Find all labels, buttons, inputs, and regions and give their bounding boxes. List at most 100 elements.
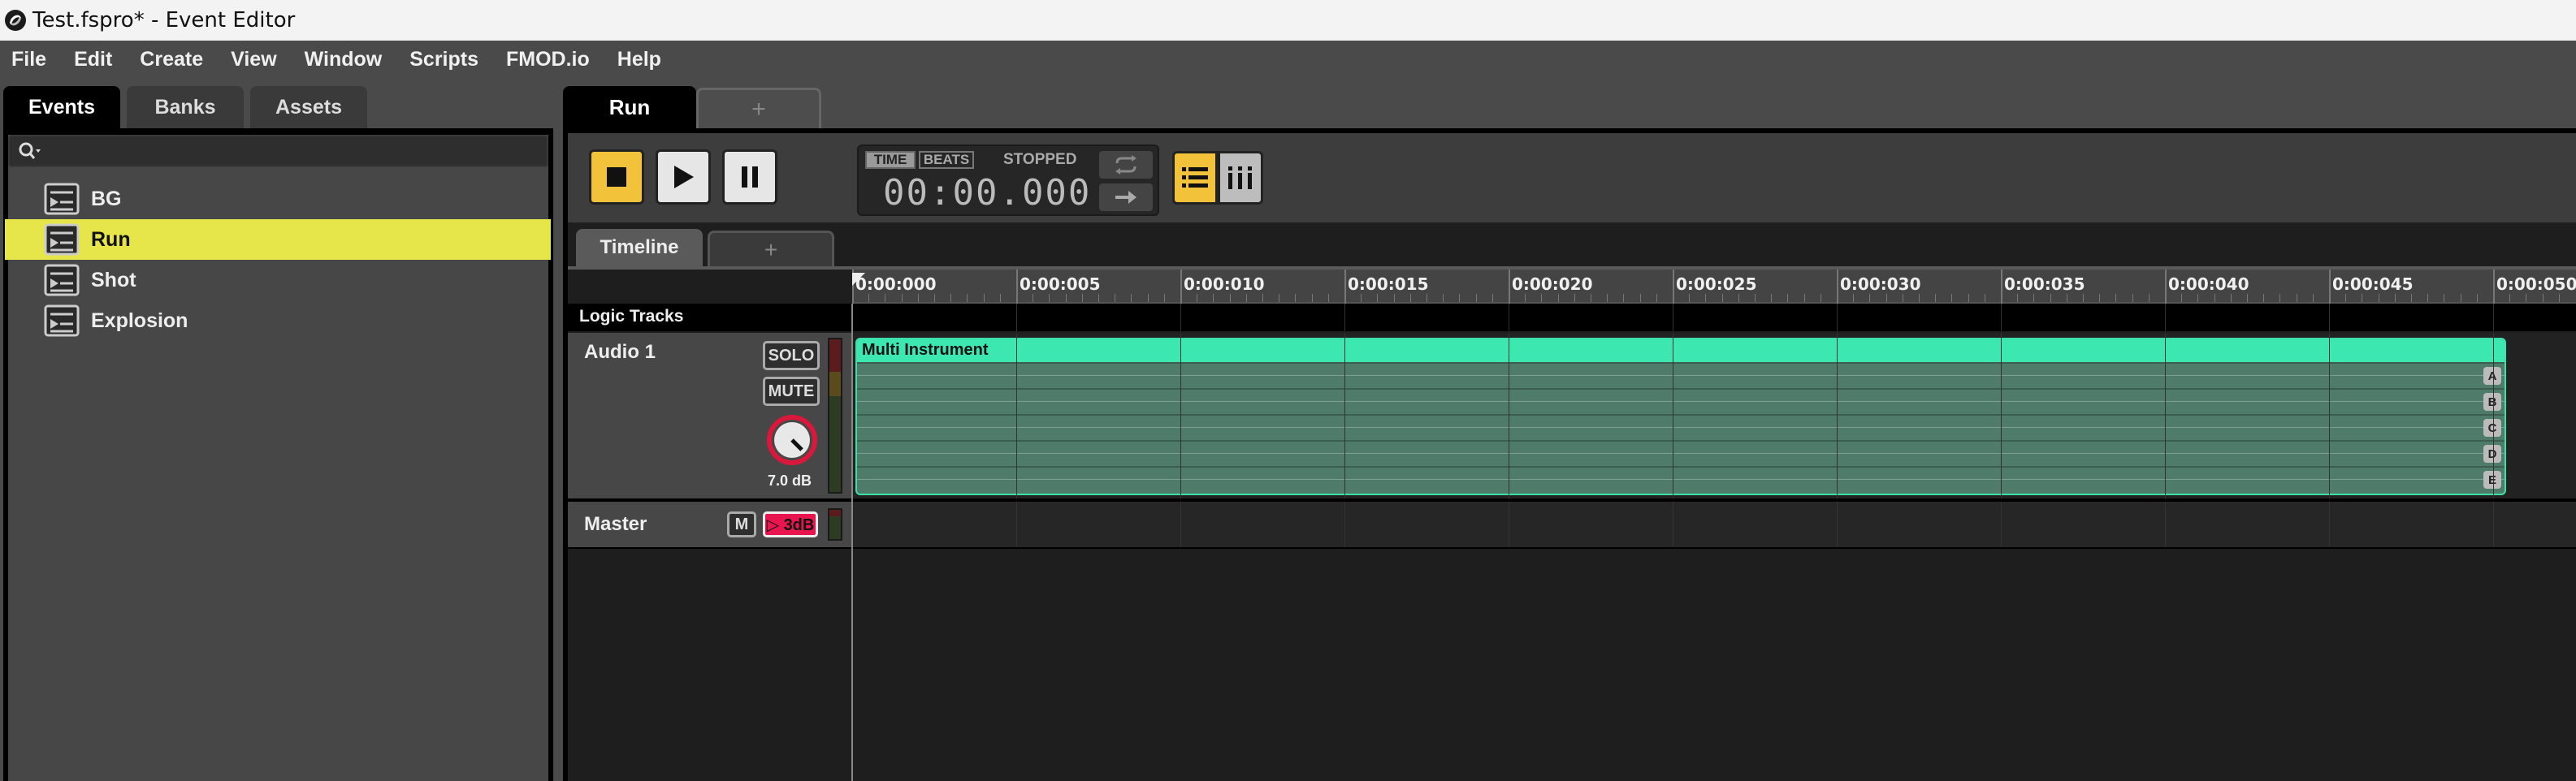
search-icon[interactable] (18, 141, 42, 161)
beats-mode-button[interactable]: BEATS (919, 151, 974, 169)
add-parameter-tab-button[interactable]: + (708, 231, 834, 266)
layer-tag: D (2483, 445, 2501, 463)
instrument-layer-c[interactable]: C (857, 414, 2505, 440)
solo-button[interactable]: SOLO (763, 341, 820, 370)
instrument-layer-e[interactable]: E (857, 466, 2505, 492)
ruler-minor-tick (901, 294, 903, 302)
add-event-tab-button[interactable]: + (696, 88, 821, 128)
playhead-marker[interactable] (852, 273, 865, 286)
grid-line (1180, 333, 1181, 498)
ruler-minor-tick (2509, 294, 2511, 302)
ruler-minor-tick (2214, 294, 2215, 302)
layer-tag: B (2483, 393, 2501, 411)
tab-timeline[interactable]: Timeline (576, 229, 703, 266)
list-view-button[interactable] (1172, 151, 1218, 205)
grid-line (2165, 304, 2166, 331)
ruler-tick-label: 0:00:030 (1840, 274, 1921, 294)
menu-view[interactable]: View (231, 48, 277, 71)
menu-scripts[interactable]: Scripts (409, 48, 478, 71)
stop-button[interactable] (589, 149, 644, 205)
event-item-bg[interactable]: BG (5, 179, 551, 219)
ruler-tick-label: 0:00:020 (1512, 274, 1593, 294)
ruler-minor-tick (2427, 294, 2429, 302)
ruler-minor-tick (1525, 294, 1526, 302)
ruler-minor-tick (950, 294, 952, 302)
menu-edit[interactable]: Edit (74, 48, 112, 71)
ruler-minor-tick (1623, 294, 1625, 302)
grid-line (1180, 502, 1181, 547)
menu-create[interactable]: Create (140, 48, 203, 71)
ruler-minor-tick (1541, 294, 1543, 302)
ruler-minor-tick (1755, 294, 1756, 302)
instrument-layer-b[interactable]: B (857, 388, 2505, 414)
mute-button[interactable]: MUTE (763, 377, 820, 406)
timeline-ruler[interactable]: 0:00:000 0:00:005 0:00:010 0:00:015 0:00:020… (852, 270, 2576, 304)
grid-view-button[interactable] (1218, 151, 1263, 205)
tab-events[interactable]: Events (3, 86, 120, 128)
master-track-lane[interactable] (852, 502, 2576, 547)
ruler-minor-tick (1574, 294, 1575, 302)
audio-track-lane[interactable]: Multi Instrument A B C D E (852, 333, 2576, 498)
knob-icon[interactable] (766, 414, 818, 466)
event-editor: Run + TIME BEATS STOPPED 00:00.000 Timel… (556, 78, 2576, 781)
search-input[interactable] (50, 140, 522, 162)
event-item-explosion[interactable]: Explosion (5, 300, 551, 341)
ruler-minor-tick (1065, 294, 1067, 302)
ruler-minor-tick (2312, 294, 2314, 302)
ruler-tick (2329, 270, 2331, 304)
menu-bar: File Edit Create View Window Scripts FMO… (0, 41, 2576, 78)
follow-playback-button[interactable] (1099, 183, 1153, 211)
ruler-minor-tick (1327, 294, 1329, 302)
grid-line (1180, 304, 1181, 331)
master-track-header[interactable]: Master M ▷ 3dB (568, 502, 852, 547)
list-view-icon (1182, 167, 1208, 188)
ruler-minor-tick (917, 294, 919, 302)
ruler-minor-tick (1131, 294, 1132, 302)
play-button[interactable] (656, 149, 711, 205)
ruler-tick-label: 0:00:010 (1184, 274, 1265, 294)
pause-button[interactable] (722, 149, 777, 205)
instrument-header[interactable] (857, 339, 2505, 362)
layer-tag: A (2483, 367, 2501, 385)
pause-icon (742, 166, 758, 188)
ruler-minor-tick (1147, 294, 1149, 302)
ruler-minor-tick (2279, 294, 2281, 302)
master-level-meter (828, 508, 842, 541)
ruler-minor-tick (967, 294, 968, 302)
ruler-tick-label: 0:00:025 (1676, 274, 1757, 294)
ruler-tick (1344, 270, 1346, 304)
loop-button[interactable] (1099, 151, 1153, 179)
window-title: Test.fspro* - Event Editor (32, 8, 296, 32)
ruler-minor-tick (2230, 294, 2232, 302)
timeline-empty-area[interactable] (568, 549, 2576, 781)
layer-waveform (857, 453, 2505, 454)
ruler-minor-tick (1705, 294, 1707, 302)
event-item-shot[interactable]: Shot (5, 260, 551, 300)
menu-file[interactable]: File (11, 48, 46, 71)
tab-event-run[interactable]: Run (563, 86, 696, 128)
ruler-minor-tick (2411, 294, 2412, 302)
menu-fmod-io[interactable]: FMOD.io (506, 48, 590, 71)
grid-line (1016, 502, 1017, 547)
follow-arrow-icon (1115, 191, 1136, 204)
time-mode-button[interactable]: TIME (865, 151, 916, 169)
level-meter (828, 338, 842, 494)
ruler-minor-tick (1771, 294, 1773, 302)
ruler-minor-tick (1919, 294, 1920, 302)
ruler-tick (2493, 270, 2495, 304)
search-box[interactable] (8, 135, 548, 167)
ruler-minor-tick (1459, 294, 1461, 302)
master-mute-button[interactable]: M (727, 511, 756, 537)
fmod-logo-icon (5, 10, 26, 31)
menu-window[interactable]: Window (305, 48, 383, 71)
audio-track-header[interactable]: Audio 1 SOLO MUTE 7.0 dB (568, 333, 852, 498)
tab-assets[interactable]: Assets (250, 86, 367, 128)
instrument-layer-a[interactable]: A (857, 362, 2505, 388)
tab-banks[interactable]: Banks (127, 86, 244, 128)
event-item-run[interactable]: Run (5, 219, 551, 260)
master-send-button[interactable]: ▷ 3dB (763, 511, 818, 537)
multi-instrument-region[interactable]: Multi Instrument A B C D E (855, 338, 2506, 495)
ruler-minor-tick (1557, 294, 1559, 302)
menu-help[interactable]: Help (617, 48, 661, 71)
instrument-layer-d[interactable]: D (857, 440, 2505, 466)
